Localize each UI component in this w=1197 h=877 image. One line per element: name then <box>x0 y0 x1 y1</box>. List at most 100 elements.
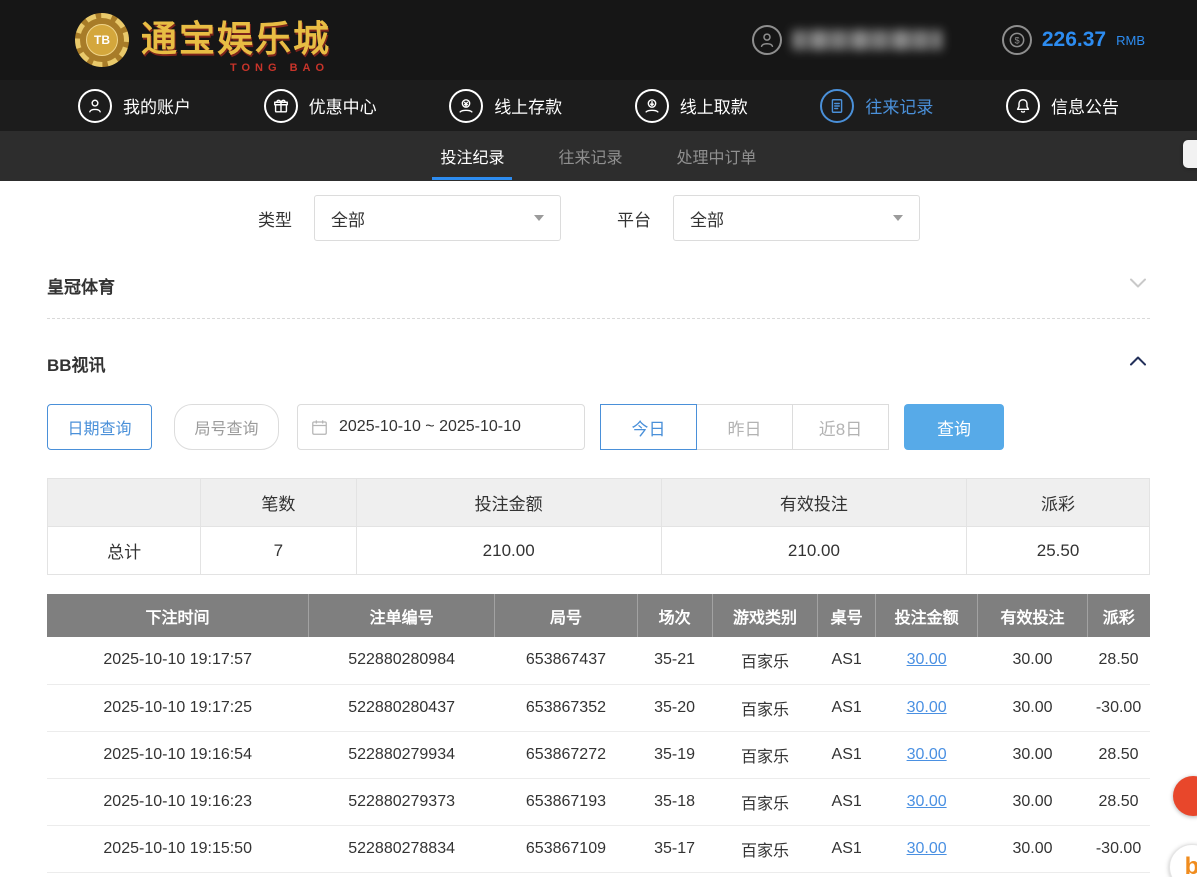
cell-payout: 28.50 <box>1087 731 1150 779</box>
chevron-down-icon <box>534 215 544 221</box>
bet-amount-link[interactable]: 30.00 <box>907 793 947 810</box>
cell-round_no: 653867193 <box>494 778 638 826</box>
cell-table_no: AS1 <box>817 684 876 732</box>
bell-icon <box>1005 88 1040 123</box>
cell-time: 2025-10-10 19:17:57 <box>47 637 309 685</box>
table-row: 2025-10-10 19:17:25 522880280437 653867352… <box>47 684 1150 732</box>
search-button[interactable]: 查询 <box>904 404 1004 450</box>
cell-bet[interactable]: 30.00 <box>875 778 978 826</box>
cell-bet[interactable]: 30.00 <box>875 684 978 732</box>
nav-item-promotions[interactable]: 优惠中心 <box>263 88 377 123</box>
yesterday-button[interactable]: 昨日 <box>696 404 793 450</box>
summary-valid-bet: 210.00 <box>660 526 968 575</box>
sub-tab-bar: 投注纪录 往来记录 处理中订单 <box>0 131 1197 181</box>
cell-time: 2025-10-10 19:15:50 <box>47 825 309 873</box>
date-range-input[interactable]: 2025-10-10 ~ 2025-10-10 <box>297 404 585 450</box>
cell-round_no: 653867109 <box>494 825 638 873</box>
cell-table_no: AS1 <box>817 825 876 873</box>
today-button[interactable]: 今日 <box>600 404 697 450</box>
cell-game: 百家乐 <box>712 684 818 732</box>
chevron-down-icon <box>893 215 903 221</box>
nav-item-transaction-records[interactable]: 往来记录 <box>820 88 934 123</box>
table-row: 2025-10-10 19:16:54 522880279934 653867272… <box>47 731 1150 779</box>
cell-valid: 30.00 <box>977 778 1088 826</box>
round-query-button[interactable]: 局号查询 <box>174 404 279 450</box>
section-title: BB视讯 <box>47 356 106 375</box>
col-bet-amount: 投注金额 <box>874 594 978 637</box>
cell-order_no: 522880279934 <box>308 731 495 779</box>
col-round-no: 局号 <box>494 594 638 637</box>
tab-pending-orders[interactable]: 处理中订单 <box>673 131 761 181</box>
cell-valid: 30.00 <box>977 825 1088 873</box>
summary-header-row: 笔数 投注金额 有效投注 派彩 <box>46 478 1150 527</box>
brand-name-cn: 通宝娱乐城 <box>141 18 332 59</box>
summary-total-label: 总计 <box>46 526 202 575</box>
section-title: 皇冠体育 <box>47 278 115 297</box>
bet-amount-link[interactable]: 30.00 <box>907 699 947 716</box>
nav-label: 线上存款 <box>494 98 563 117</box>
nav-label: 往来记录 <box>865 98 934 117</box>
user-info[interactable] <box>751 25 942 55</box>
section-crown-sports[interactable]: 皇冠体育 <box>47 271 1150 300</box>
section-bb-video[interactable]: BB视讯 <box>47 349 1150 378</box>
cell-valid: 30.00 <box>977 684 1088 732</box>
quick-range-group: 今日 昨日 近8日 <box>600 404 889 450</box>
platform-select-value: 全部 <box>690 210 724 230</box>
tab-transaction-records[interactable]: 往来记录 <box>554 131 626 181</box>
filter-row: 类型 全部 平台 全部 <box>258 195 1150 241</box>
col-valid-bet: 有效投注 <box>977 594 1088 637</box>
bet-amount-link[interactable]: 30.00 <box>907 840 947 857</box>
brand-logo[interactable]: TB 通宝娱乐城 TONG BAO <box>75 10 332 74</box>
cell-game: 百家乐 <box>712 778 818 826</box>
cell-bet[interactable]: 30.00 <box>875 731 978 779</box>
username-blurred <box>791 30 942 50</box>
summary-header-count: 笔数 <box>200 478 357 527</box>
balance-area[interactable]: $ 226.37 RMB <box>1001 25 1145 55</box>
nav-item-deposit[interactable]: 线上存款 <box>449 88 563 123</box>
svg-text:$: $ <box>1014 35 1019 45</box>
cell-session: 35-18 <box>637 778 713 826</box>
main-nav: 我的账户 优惠中心 线上存款 线上取款 往来记录 信息公告 <box>0 80 1197 131</box>
cell-session: 35-20 <box>637 684 713 732</box>
table-row: 2025-10-10 19:17:57 522880280984 653867437… <box>47 637 1150 685</box>
chevron-up-icon[interactable] <box>1126 349 1150 378</box>
summary-header-valid-bet: 有效投注 <box>660 478 968 527</box>
nav-label: 线上取款 <box>679 98 748 117</box>
type-filter-label: 类型 <box>258 210 292 230</box>
cell-game: 百家乐 <box>712 731 818 779</box>
bet-amount-link[interactable]: 30.00 <box>907 746 947 763</box>
logo-text: 通宝娱乐城 TONG BAO <box>141 10 332 74</box>
cell-bet[interactable]: 30.00 <box>875 825 978 873</box>
bet-amount-link[interactable]: 30.00 <box>907 651 947 668</box>
floating-widget-partial[interactable] <box>1183 140 1197 168</box>
coin-icon: $ <box>1001 25 1032 55</box>
type-select[interactable]: 全部 <box>314 195 561 241</box>
nav-item-withdraw[interactable]: 线上取款 <box>634 88 748 123</box>
cell-session: 35-19 <box>637 731 713 779</box>
cell-payout: -30.00 <box>1087 825 1150 873</box>
summary-header-payout: 派彩 <box>966 478 1150 527</box>
date-range-value: 2025-10-10 ~ 2025-10-10 <box>339 418 521 435</box>
cell-time: 2025-10-10 19:17:25 <box>47 684 309 732</box>
nav-item-my-account[interactable]: 我的账户 <box>78 88 191 123</box>
date-query-button[interactable]: 日期查询 <box>47 404 152 450</box>
brand-name-en: TONG BAO <box>229 62 330 74</box>
records-icon <box>820 88 855 123</box>
cell-bet[interactable]: 30.00 <box>875 637 978 685</box>
last-8-days-button[interactable]: 近8日 <box>792 404 889 450</box>
cell-game: 百家乐 <box>712 637 818 685</box>
tab-bet-records[interactable]: 投注纪录 <box>432 131 513 181</box>
nav-label: 信息公告 <box>1050 98 1119 117</box>
cell-payout: 28.50 <box>1087 778 1150 826</box>
summary-count: 7 <box>200 526 357 575</box>
summary-total-row: 总计 7 210.00 210.00 25.50 <box>46 526 1150 575</box>
chevron-down-icon[interactable] <box>1126 271 1150 300</box>
withdraw-icon <box>634 88 669 123</box>
chip-label: TB <box>86 24 118 56</box>
balance-amount: 226.37 <box>1041 28 1107 51</box>
cell-time: 2025-10-10 19:16:23 <box>47 778 309 826</box>
cell-round_no: 653867437 <box>494 637 638 685</box>
platform-select[interactable]: 全部 <box>673 195 920 241</box>
nav-item-announcements[interactable]: 信息公告 <box>1005 88 1119 123</box>
account-area: $ 226.37 RMB <box>751 25 1145 55</box>
